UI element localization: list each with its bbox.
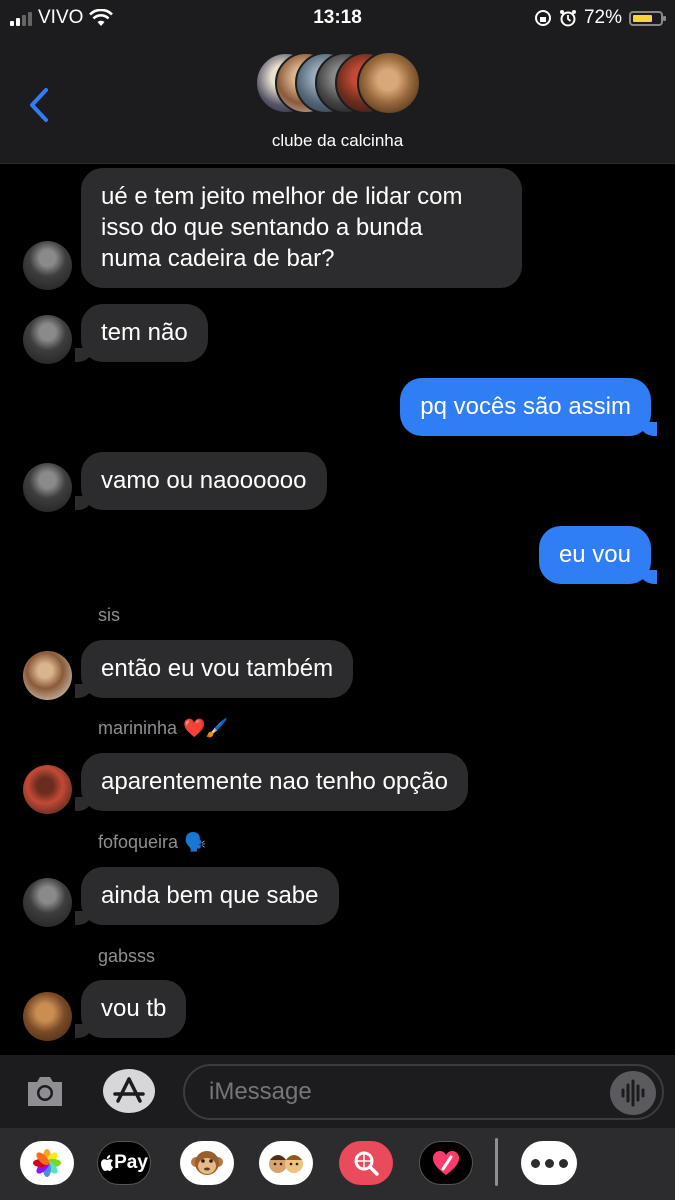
message-bubble-incoming[interactable]: então eu vou também [74, 640, 354, 698]
monkey-face-icon [191, 1151, 223, 1175]
apple-logo-icon [101, 1154, 114, 1171]
photos-flower-icon [33, 1149, 61, 1177]
heart-touch-icon [433, 1151, 459, 1175]
message-input[interactable] [183, 1064, 664, 1120]
avatar[interactable] [23, 463, 72, 512]
sender-name: sis [98, 605, 120, 625]
memoji-app-button[interactable] [259, 1141, 313, 1185]
images-search-app-button[interactable] [339, 1141, 393, 1185]
more-apps-button[interactable] [521, 1141, 577, 1185]
camera-icon[interactable] [24, 1071, 66, 1111]
conversation-header: VIVO 13:18 72% clube da calcinha [0, 0, 675, 164]
sender-emoji: 🗣️ [184, 832, 207, 852]
magnifier-globe-icon [354, 1151, 379, 1176]
animoji-app-button[interactable] [180, 1141, 234, 1185]
app-store-button[interactable] [103, 1069, 155, 1113]
digital-touch-app-button[interactable] [419, 1141, 473, 1185]
message-bubble-incoming[interactable]: aparentemente nao tenho opção [75, 753, 468, 811]
photos-app-button[interactable] [20, 1141, 74, 1185]
avatar[interactable] [23, 651, 72, 700]
status-right: 72% [534, 6, 666, 30]
message-bubble-incoming[interactable]: vamo ou naoooooo [75, 452, 327, 510]
more-dots-icon [530, 1158, 568, 1168]
message-line: ué e tem jeito melhor de lidar com [101, 183, 463, 210]
avatar[interactable] [23, 765, 72, 814]
sender-name: gabsss [98, 946, 156, 966]
back-chevron-icon[interactable] [24, 86, 54, 124]
message-line: numa cadeira de bar? [101, 245, 335, 272]
apple-pay-button[interactable]: Pay [97, 1141, 151, 1185]
sender-name: fofoqueira 🗣️ [98, 832, 207, 852]
battery-percent: 72% [583, 7, 622, 28]
waveform-icon [621, 1079, 645, 1107]
sender-emoji: ❤️🖌️ [183, 718, 228, 738]
app-store-icon [113, 1077, 145, 1103]
group-avatars[interactable] [255, 51, 425, 118]
avatar[interactable] [23, 992, 72, 1041]
member-avatar [357, 51, 421, 115]
message-bubble-outgoing[interactable]: eu vou [538, 526, 658, 584]
alarm-icon [559, 10, 576, 27]
compose-bar [0, 1055, 675, 1128]
message-bubble-incoming[interactable]: ainda bem que sabe [75, 867, 339, 925]
orientation-lock-icon [534, 10, 551, 26]
message-line: isso do que sentando a bunda [101, 214, 423, 241]
message-bubble-outgoing[interactable]: pq vocês são assim [400, 378, 657, 436]
message-bubble-incoming[interactable]: vou tb [74, 980, 187, 1038]
message-bubble-incoming[interactable]: ué e tem jeito melhor de lidar com isso … [81, 168, 522, 288]
sender-name: marininha ❤️🖌️ [98, 718, 228, 738]
message-bubble-incoming[interactable]: tem não [75, 304, 208, 362]
audio-message-button[interactable] [610, 1071, 656, 1115]
memoji-faces-icon [269, 1155, 303, 1173]
avatar[interactable] [23, 315, 72, 364]
apple-pay-label: Pay [114, 1152, 148, 1173]
app-drawer: Pay [0, 1128, 675, 1200]
group-name[interactable]: clube da calcinha [0, 131, 675, 151]
avatar[interactable] [23, 241, 72, 290]
battery-icon [629, 10, 666, 26]
drawer-divider [495, 1138, 498, 1186]
avatar[interactable] [23, 878, 72, 927]
